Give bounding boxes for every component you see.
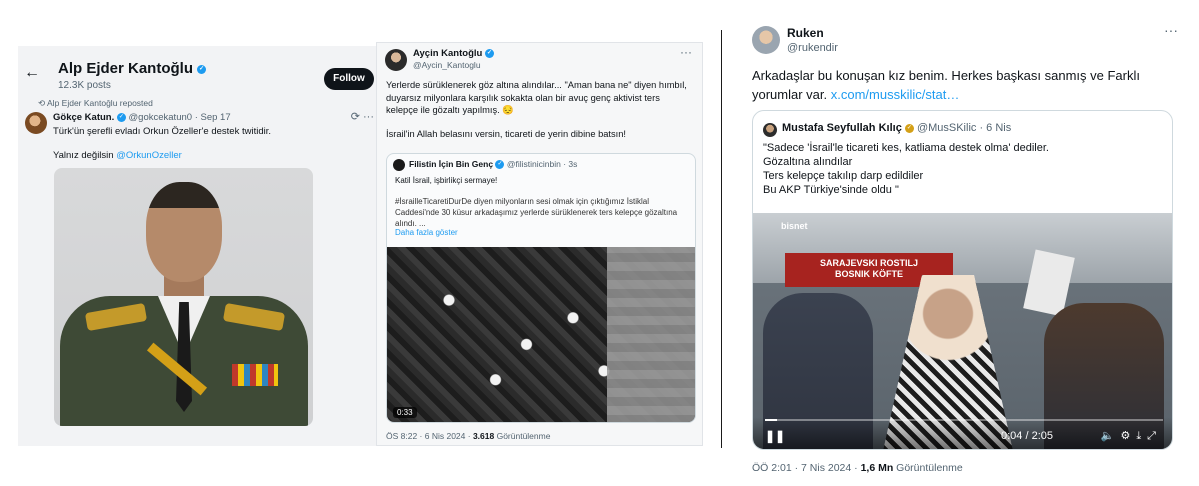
repost-indicator: ⟲ Alp Ejder Kantoğlu reposted: [38, 98, 153, 108]
tweet-photo[interactable]: [54, 168, 313, 426]
profile-header: ← Alp Ejder Kantoğlu ✓ 12.3K posts Follo…: [18, 54, 382, 94]
tweet-text-2: İsrail'in Allah belasını versin, ticaret…: [386, 129, 627, 139]
tweet-link[interactable]: x.com/musskilic/stat…: [831, 87, 960, 102]
pause-icon[interactable]: ❚❚: [765, 429, 785, 443]
avatar: [393, 159, 405, 171]
verified-icon: ✓: [904, 123, 914, 133]
video-duration: 0:33: [393, 407, 417, 418]
video-progress-bar[interactable]: [765, 419, 1163, 421]
tweet-text: Yerlerde sürüklenerek göz altına alındıl…: [386, 80, 687, 115]
divider: [721, 30, 722, 448]
profile-screenshot-panel: ← Alp Ejder Kantoğlu ✓ 12.3K posts Follo…: [18, 46, 382, 446]
tweet-panel: Ruken @rukendir ··· Arkadaşlar bu konuşa…: [740, 12, 1190, 482]
quoted-tweet[interactable]: Filistin İçin Bin Genç ✓ @filistinicinbi…: [386, 153, 696, 423]
avatar[interactable]: [752, 26, 780, 54]
quoted-text-2: #İsrailleTicaretiDurDe diyen milyonların…: [395, 197, 678, 228]
video-control-icons[interactable]: 🔈⚙⤓⤢: [1101, 429, 1162, 443]
avatar[interactable]: [385, 49, 407, 71]
follow-button[interactable]: Follow: [324, 68, 374, 90]
video-player[interactable]: bisnet SARAJEVSKI ROSTILJ BOSNIK KÖFTE ❚❚…: [753, 213, 1172, 449]
video-store-tag: bisnet: [781, 221, 808, 231]
avatar[interactable]: [25, 112, 47, 134]
tweet-author: Ruken: [787, 26, 824, 40]
more-icon[interactable]: ···: [680, 45, 692, 59]
verified-icon: ✓: [495, 160, 505, 170]
verified-icon: ✓: [484, 48, 494, 58]
tweet-actions[interactable]: ⟳ ···: [351, 110, 374, 123]
tweet-screenshot-panel: Ayçin Kantoğlu ✓ @Aycin_Kantoglu ··· Yer…: [376, 42, 703, 446]
tweet-author: Gökçe Katun. ✓ @gokcekatun0 · Sep 17: [53, 112, 231, 123]
quoted-author: Mustafa Seyfullah Kılıç ✓ @MusSKilic · 6…: [782, 122, 1012, 134]
quoted-text: "Sadece 'İsrail'le ticareti kes, katliam…: [763, 142, 1049, 196]
video-time: 0:04 / 2:05: [1001, 430, 1053, 442]
verified-icon: ✓: [197, 64, 207, 74]
avatar: [763, 123, 777, 137]
tweet-author: Ayçin Kantoğlu ✓: [413, 48, 494, 59]
tweet-footer: ÖÖ 2:01 · 7 Nis 2024 · 1,6 Mn Görüntülen…: [752, 462, 963, 474]
tweet-footer: ÖS 8:22 · 6 Nis 2024 · 3.618 Görüntülenm…: [386, 431, 551, 441]
video-progress-fill: [765, 419, 777, 421]
tweet-handle: @rukendir: [787, 42, 838, 54]
video-thumbnail[interactable]: 0:33: [387, 247, 695, 422]
arrow-left-icon[interactable]: ←: [24, 64, 40, 82]
posts-count: 12.3K posts: [58, 80, 111, 91]
quoted-text: Katil İsrail, işbirlikçi sermaye!: [395, 176, 498, 185]
tweet-text: Türk'ün şerefli evladı Orkun Özeller'e d…: [53, 126, 271, 137]
mention-link[interactable]: @OrkunOzeller: [116, 150, 182, 161]
tweet-handle: @Aycin_Kantoglu: [413, 60, 481, 70]
verified-icon: ✓: [116, 112, 126, 122]
show-more-link[interactable]: Daha fazla göster: [395, 228, 458, 237]
tweet-text-2: Yalnız değilsin @OrkunOzeller: [53, 150, 182, 161]
tweet-text: Arkadaşlar bu konuşan kız benim. Herkes …: [752, 68, 1140, 102]
quoted-author: Filistin İçin Bin Genç ✓ @filistinicinbi…: [409, 159, 578, 170]
profile-name: Alp Ejder Kantoğlu ✓: [58, 60, 207, 77]
quoted-tweet[interactable]: Mustafa Seyfullah Kılıç ✓ @MusSKilic · 6…: [752, 110, 1173, 450]
more-icon[interactable]: ···: [1164, 22, 1178, 38]
